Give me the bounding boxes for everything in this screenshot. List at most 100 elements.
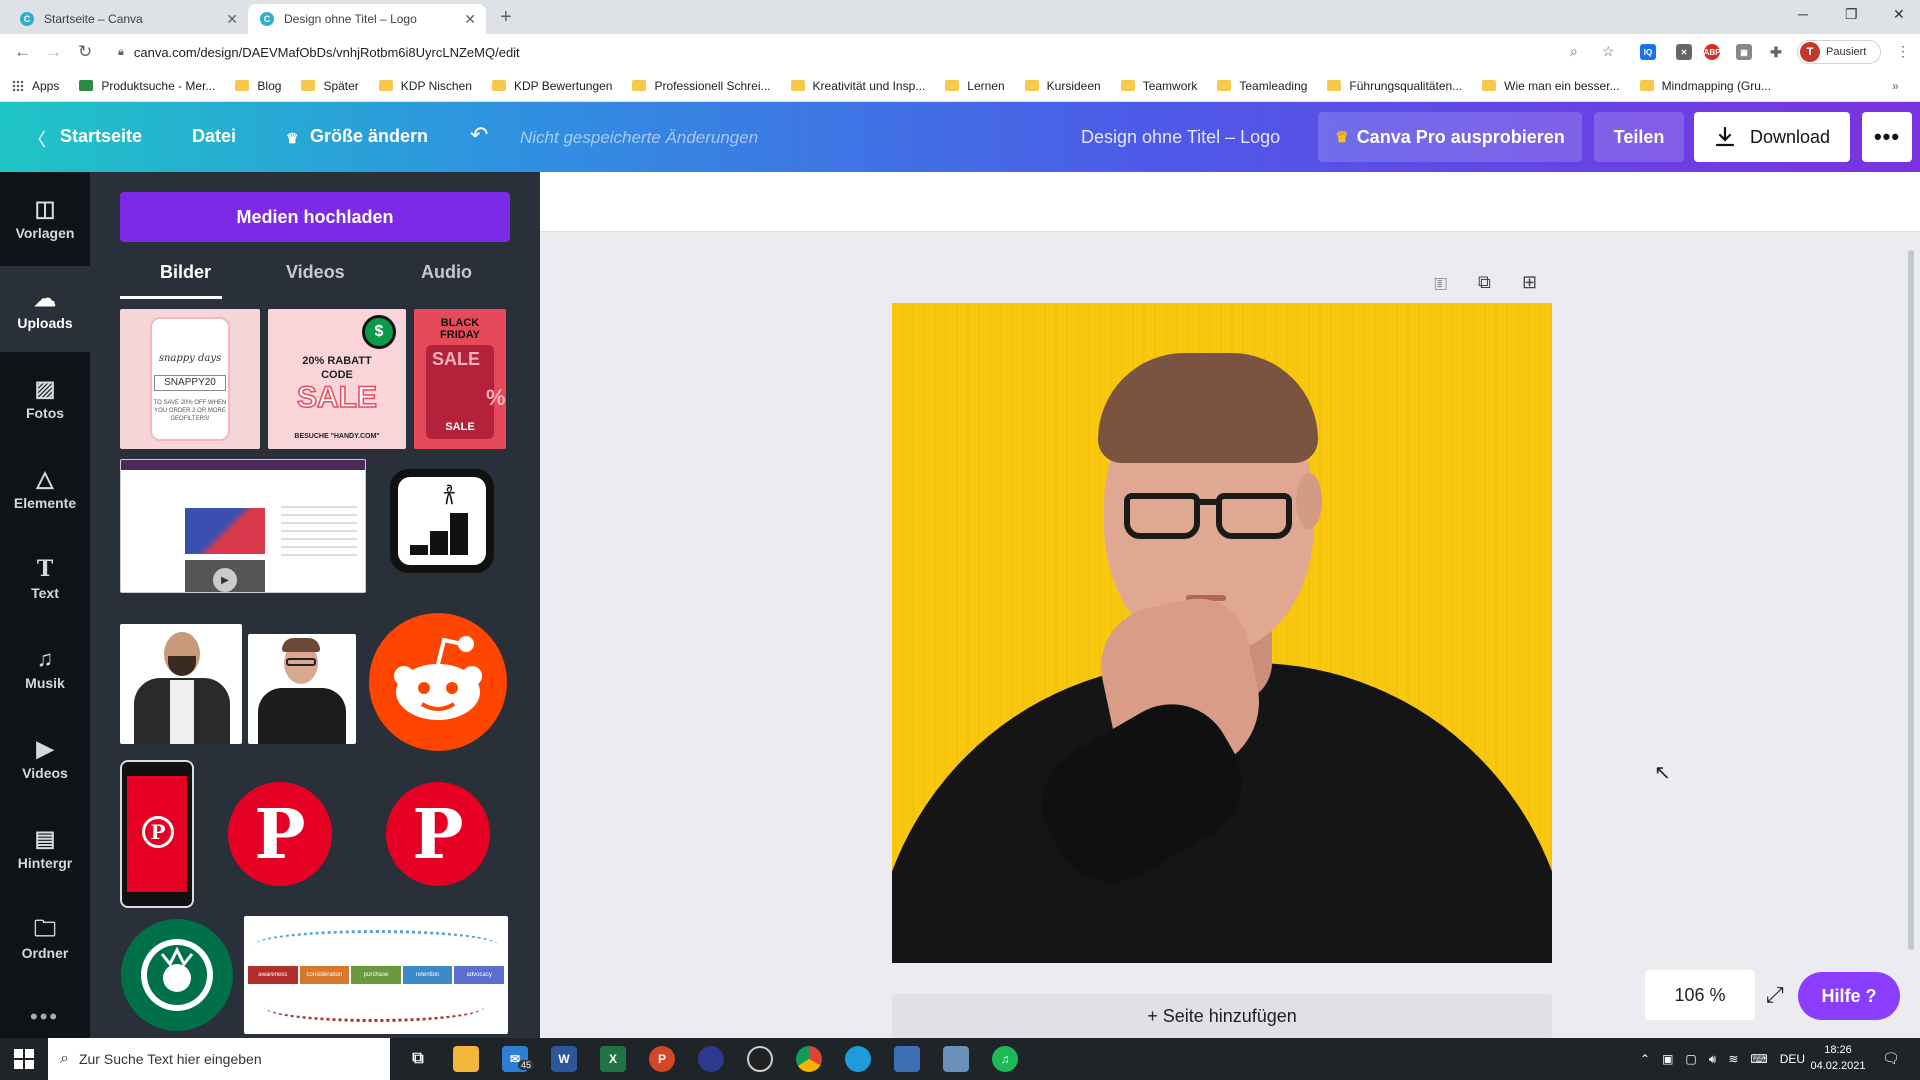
bookmark-folder[interactable]: KDP Bewertungen: [491, 79, 612, 93]
rail-item-photos[interactable]: ▨ Fotos: [0, 356, 90, 442]
star-icon[interactable]: ☆: [1602, 43, 1615, 60]
bookmark-folder[interactable]: Später: [301, 79, 359, 93]
forward-icon[interactable]: →: [45, 42, 62, 62]
profile-button[interactable]: T Pausiert: [1797, 40, 1881, 64]
browser-tab-active[interactable]: C Design ohne Titel – Logo ✕: [248, 4, 486, 34]
app-icon[interactable]: [698, 1046, 724, 1072]
new-tab-icon[interactable]: +: [500, 6, 512, 29]
upload-thumb-rabatt-sale[interactable]: $ 20% RABATT CODE SALE BESUCHE "HANDY.CO…: [268, 309, 406, 449]
file-explorer-icon[interactable]: [453, 1046, 479, 1072]
more-options-icon[interactable]: •••: [1862, 112, 1912, 162]
address-bar[interactable]: 🔒︎ canva.com/design/DAEVMafObDs/vnhjRotb…: [110, 38, 1610, 66]
puzzle-icon[interactable]: ✚: [1768, 44, 1784, 60]
bookmark-folder[interactable]: Lernen: [945, 79, 1005, 93]
iq-extension-icon[interactable]: IQ: [1640, 44, 1656, 60]
word-icon[interactable]: W: [551, 1046, 577, 1072]
minimize-icon[interactable]: ─: [1798, 6, 1808, 22]
rail-item-templates[interactable]: ◫ Vorlagen: [0, 176, 90, 262]
design-title[interactable]: Design ohne Titel – Logo: [1081, 127, 1280, 148]
upload-thumb-pinterest-logo-2[interactable]: P: [384, 780, 492, 888]
upload-thumb-pinterest-logo-1[interactable]: P: [226, 780, 334, 888]
zoom-icon[interactable]: ⌕: [1570, 43, 1578, 60]
close-tab-icon[interactable]: ✕: [464, 11, 476, 28]
close-tab-icon[interactable]: ✕: [226, 11, 238, 28]
share-button[interactable]: Teilen: [1594, 112, 1684, 162]
edge-icon[interactable]: [845, 1046, 871, 1072]
help-button[interactable]: Hilfe ?: [1798, 972, 1900, 1020]
upload-thumb-screenshot[interactable]: ▶: [120, 459, 366, 593]
add-page-button[interactable]: + Seite hinzufügen: [892, 994, 1552, 1038]
resize-button[interactable]: Größe ändern: [310, 126, 428, 147]
home-button[interactable]: Startseite: [60, 126, 142, 147]
bookmark-folder[interactable]: KDP Nischen: [378, 79, 472, 93]
rail-item-videos[interactable]: ▶ Videos: [0, 716, 90, 802]
try-pro-button[interactable]: ♛ Canva Pro ausprobieren: [1318, 112, 1582, 162]
bookmark-item[interactable]: Produktsuche - Mer...: [79, 79, 215, 93]
bookmark-folder[interactable]: Wie man ein besser...: [1482, 79, 1620, 93]
tab-audio[interactable]: Audio: [421, 262, 472, 283]
notification-icon[interactable]: 🗨︎: [1882, 1050, 1900, 1067]
windows-start-icon[interactable]: [14, 1049, 34, 1069]
bookmark-folder[interactable]: Kreativität und Insp...: [790, 79, 925, 93]
bookmark-folder[interactable]: Blog: [235, 79, 281, 93]
file-menu[interactable]: Datei: [192, 126, 236, 147]
upload-thumb-black-friday[interactable]: BLACK FRIDAY SALE % SALE: [414, 309, 506, 449]
bookmark-apps[interactable]: Apps: [12, 79, 59, 93]
close-window-icon[interactable]: ✕: [1893, 6, 1905, 23]
undo-icon[interactable]: ↶: [470, 122, 488, 148]
language-indicator[interactable]: DEU: [1780, 1052, 1805, 1066]
menu-dots-icon[interactable]: ⋮: [1896, 43, 1910, 60]
back-chevron-icon[interactable]: 〈: [28, 126, 46, 152]
vertical-scrollbar[interactable]: [1906, 240, 1916, 960]
bookmark-folder[interactable]: Mindmapping (Gru...: [1639, 79, 1771, 93]
bookmark-folder[interactable]: Führungsqualitäten...: [1327, 79, 1462, 93]
extension-icon[interactable]: ✕: [1676, 44, 1692, 60]
excel-icon[interactable]: X: [600, 1046, 626, 1072]
tab-videos[interactable]: Videos: [286, 262, 345, 283]
chrome-icon[interactable]: [796, 1046, 822, 1072]
tray-app-icon[interactable]: ▣: [1662, 1052, 1673, 1066]
page-note-icon[interactable]: 🗉︎: [1434, 272, 1447, 302]
grid-extension-icon[interactable]: ▦: [1736, 44, 1752, 60]
rail-item-elements[interactable]: △ Elemente: [0, 446, 90, 532]
keyboard-icon[interactable]: ⌨: [1750, 1052, 1767, 1066]
restore-icon[interactable]: ❐: [1845, 6, 1858, 23]
upload-media-button[interactable]: Medien hochladen: [120, 192, 510, 242]
tray-chevron-icon[interactable]: ⌃: [1640, 1052, 1650, 1066]
volume-icon[interactable]: 🔊︎: [1709, 1052, 1717, 1067]
add-page-icon[interactable]: ⊞: [1522, 272, 1537, 293]
scrollbar-thumb[interactable]: [1908, 250, 1914, 950]
duplicate-page-icon[interactable]: ⧉: [1478, 272, 1491, 293]
taskbar-search-input[interactable]: ⌕ Zur Suche Text hier eingeben: [48, 1038, 390, 1080]
rail-item-uploads[interactable]: ☁ Uploads: [0, 266, 90, 352]
more-apps-icon[interactable]: •••: [30, 1004, 59, 1030]
task-view-icon[interactable]: ⧉: [405, 1046, 431, 1072]
notes-icon[interactable]: [943, 1046, 969, 1072]
upload-thumb-snappy[interactable]: snappy days SNAPPY20 TO SAVE 20% OFF WHE…: [120, 309, 260, 449]
adblock-icon[interactable]: ABP: [1704, 44, 1720, 60]
upload-thumb-person-1[interactable]: [120, 624, 242, 744]
spotify-icon[interactable]: ♫: [992, 1046, 1018, 1072]
taskbar-clock[interactable]: 18:26 04.02.2021: [1808, 1042, 1868, 1074]
reload-icon[interactable]: ↻: [78, 42, 92, 62]
upload-thumb-starbucks-logo[interactable]: [120, 918, 234, 1032]
design-page[interactable]: [892, 303, 1552, 963]
upload-thumb-customer-journey[interactable]: awareness consideration purchase retenti…: [244, 916, 508, 1034]
rail-item-folders[interactable]: 🗀︎ Ordner: [0, 896, 90, 982]
app-window-icon[interactable]: [894, 1046, 920, 1072]
bookmark-folder[interactable]: Kursideen: [1024, 79, 1101, 93]
tab-images[interactable]: Bilder: [160, 262, 211, 283]
rail-item-text[interactable]: T Text: [0, 536, 90, 622]
bookmarks-overflow-icon[interactable]: »: [1892, 79, 1899, 93]
upload-thumb-reddit-logo[interactable]: [368, 612, 508, 752]
back-icon[interactable]: ←: [14, 42, 31, 62]
browser-tab[interactable]: C Startseite – Canva ✕: [8, 4, 248, 34]
fullscreen-icon[interactable]: ⤢: [1766, 982, 1784, 1008]
zoom-control[interactable]: 106 %: [1645, 970, 1755, 1020]
bookmark-folder[interactable]: Teamwork: [1120, 79, 1197, 93]
tray-app-icon[interactable]: ▢: [1685, 1052, 1696, 1066]
obs-icon[interactable]: [747, 1046, 773, 1072]
rail-item-background[interactable]: ▤ Hintergr: [0, 806, 90, 892]
bookmark-folder[interactable]: Professionell Schrei...: [632, 79, 771, 93]
rail-item-music[interactable]: ♫ Musik: [0, 626, 90, 712]
